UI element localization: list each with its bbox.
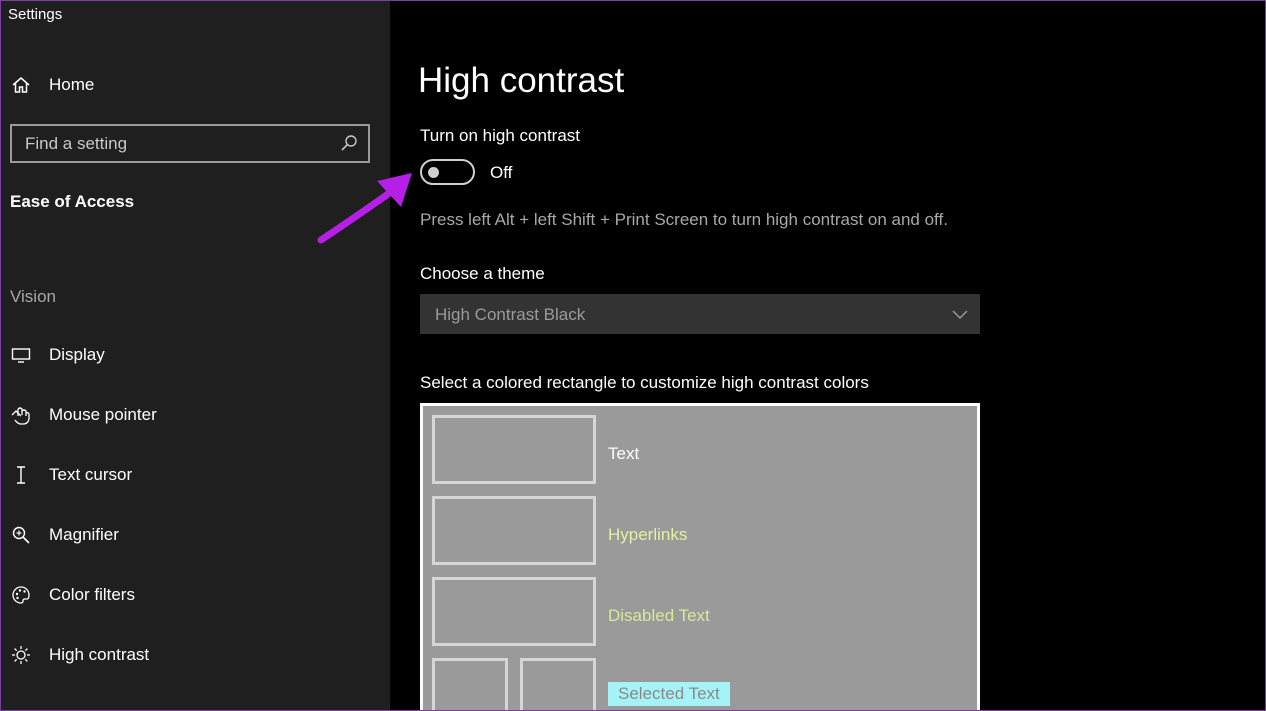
palette-label: Select a colored rectangle to customize … — [420, 373, 869, 392]
sidebar-item-label: Display — [49, 345, 105, 364]
sidebar-item-label: Mouse pointer — [49, 405, 157, 424]
search-input[interactable] — [25, 126, 335, 161]
sidebar-item-color-filters[interactable]: Color filters — [1, 573, 390, 617]
toggle-label: Turn on high contrast — [420, 126, 581, 145]
main-content: High contrast Turn on high contrast Off … — [390, 1, 1265, 710]
home-icon — [10, 74, 32, 96]
sidebar-item-magnifier[interactable]: Magnifier — [1, 513, 390, 557]
sidebar-item-label: Magnifier — [49, 525, 119, 544]
theme-dropdown[interactable]: High Contrast Black — [420, 294, 980, 334]
color-palette: Text Hyperlinks Disabled Text Selected T… — [420, 403, 980, 710]
high-contrast-icon — [10, 644, 32, 666]
sidebar-item-mouse-pointer[interactable]: Mouse pointer — [1, 393, 390, 437]
sidebar-item-high-contrast[interactable]: High contrast — [1, 633, 390, 677]
text-color-swatch[interactable] — [432, 415, 596, 484]
sidebar-item-label: Text cursor — [49, 465, 133, 484]
toggle-state: Off — [490, 163, 513, 182]
selected-text-background-swatch[interactable] — [520, 658, 596, 710]
hyperlinks-swatch-label: Hyperlinks — [608, 525, 688, 544]
theme-value: High Contrast Black — [435, 305, 586, 324]
display-icon — [10, 344, 32, 366]
page-title: High contrast — [418, 61, 625, 100]
selected-text-foreground-swatch[interactable] — [432, 658, 508, 710]
mouse-pointer-icon — [10, 404, 32, 426]
magnifier-icon — [10, 524, 32, 546]
sidebar-item-label: High contrast — [49, 645, 150, 664]
toggle-knob — [428, 167, 439, 178]
text-swatch-label: Text — [608, 444, 640, 463]
disabled-text-swatch-label: Disabled Text — [608, 606, 710, 625]
color-filters-icon — [10, 584, 32, 606]
sidebar-item-label: Color filters — [49, 585, 135, 604]
theme-label: Choose a theme — [420, 264, 545, 283]
high-contrast-toggle[interactable] — [420, 159, 475, 185]
sidebar: Settings Home Ease of Access Vision Disp… — [1, 1, 390, 710]
selected-text-swatch-label: Selected Text — [608, 682, 730, 706]
search-icon[interactable] — [340, 134, 360, 154]
annotation-arrow-icon — [317, 173, 412, 244]
sidebar-item-label: Home — [49, 75, 95, 94]
sidebar-item-home[interactable]: Home — [1, 63, 390, 107]
settings-window: Settings Home Ease of Access Vision Disp… — [0, 0, 1266, 711]
shortcut-description: Press left Alt + left Shift + Print Scre… — [420, 210, 948, 229]
sidebar-item-display[interactable]: Display — [1, 333, 390, 377]
hyperlinks-color-swatch[interactable] — [432, 496, 596, 565]
chevron-down-icon — [952, 306, 968, 322]
app-title: Settings — [8, 6, 63, 23]
group-heading: Vision — [10, 287, 56, 306]
disabled-text-color-swatch[interactable] — [432, 577, 596, 646]
section-heading: Ease of Access — [10, 192, 135, 211]
sidebar-item-text-cursor[interactable]: Text cursor — [1, 453, 390, 497]
search-box — [10, 124, 370, 163]
text-cursor-icon — [10, 464, 32, 486]
